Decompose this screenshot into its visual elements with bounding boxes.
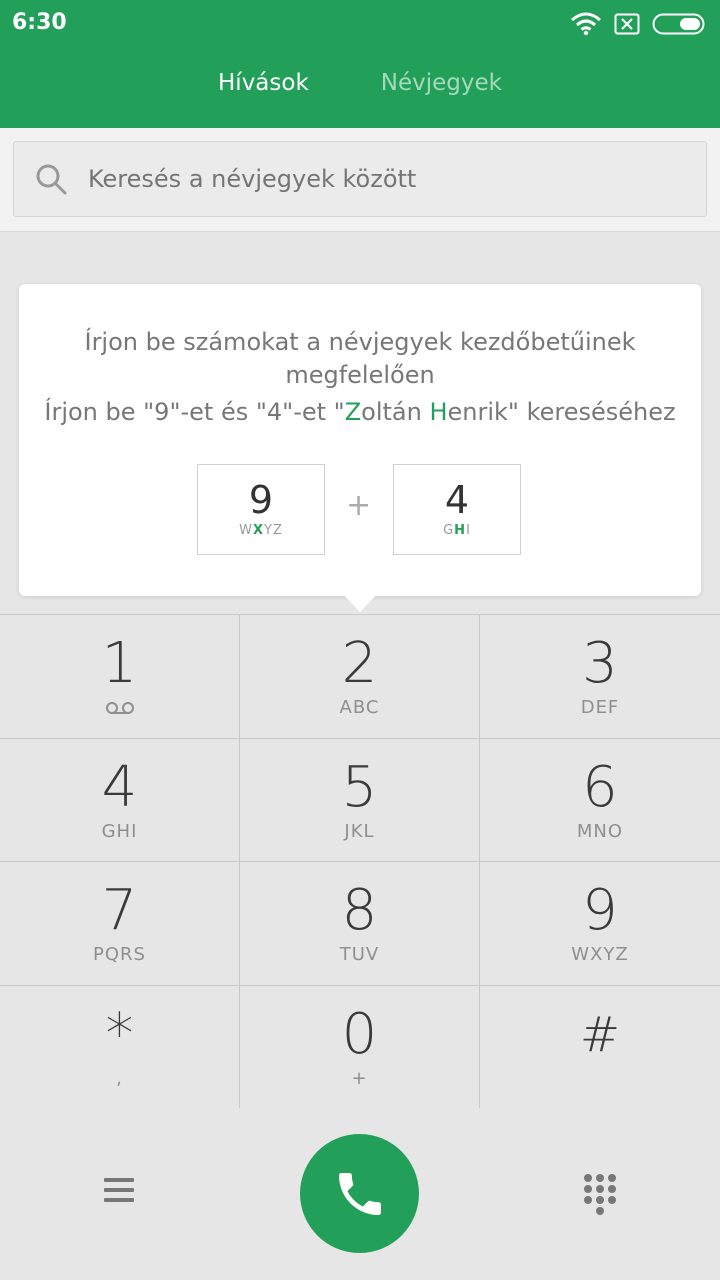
status-time: 6:30: [12, 10, 67, 35]
hint-instruction: Írjon be számokat a névjegyek kezdőbetűi…: [84, 328, 636, 389]
key-star[interactable]: * ,: [0, 985, 240, 1109]
dialpad: 1 2 ABC 3 DEF 4 GHI 5 JKL 6 MNO 7 PQRS 8…: [0, 614, 720, 1109]
search-input[interactable]: [88, 165, 648, 193]
hint-pointer: [343, 594, 377, 612]
hint-card: Írjon be számokat a névjegyek kezdőbetűi…: [19, 284, 701, 596]
status-icons: [570, 10, 706, 38]
key-9[interactable]: 9 WXYZ: [480, 862, 720, 986]
key-6[interactable]: 6 MNO: [480, 738, 720, 862]
search-icon: [36, 164, 67, 195]
battery-icon: [652, 13, 705, 35]
tab-contacts[interactable]: Névjegyek: [381, 70, 502, 96]
key-1[interactable]: 1: [0, 615, 240, 739]
phone-icon: [338, 1172, 381, 1215]
hint-example-text: Írjon be "9"-et és "4"-et "Zoltán Henrik…: [44, 398, 676, 426]
voicemail-icon: [105, 702, 134, 714]
dialpad-icon[interactable]: [580, 1172, 620, 1218]
key-5[interactable]: 5 JKL: [240, 738, 480, 862]
key-2[interactable]: 2 ABC: [240, 615, 480, 739]
tab-calls[interactable]: Hívások: [218, 70, 309, 96]
key-0[interactable]: 0 +: [240, 985, 480, 1109]
search-box[interactable]: [13, 141, 707, 217]
key-3[interactable]: 3 DEF: [480, 615, 720, 739]
key-4[interactable]: 4 GHI: [0, 738, 240, 862]
example-key-9: 9 WXYZ: [197, 464, 325, 555]
tab-bar: Hívások Névjegyek: [0, 70, 720, 96]
call-button[interactable]: [300, 1134, 419, 1253]
plus-sign: +: [346, 488, 372, 523]
wifi-icon: [571, 12, 601, 36]
search-bar: [0, 128, 720, 232]
example-key-4: 4 GHI: [393, 464, 521, 555]
bottom-action-bar: [0, 1108, 720, 1280]
key-8[interactable]: 8 TUV: [240, 862, 480, 986]
menu-icon[interactable]: [98, 1172, 140, 1208]
header: 6:30 Hívások Névjegyek: [0, 0, 720, 128]
no-sim-icon: [614, 13, 640, 35]
key-7[interactable]: 7 PQRS: [0, 862, 240, 986]
key-hash[interactable]: #: [480, 985, 720, 1109]
